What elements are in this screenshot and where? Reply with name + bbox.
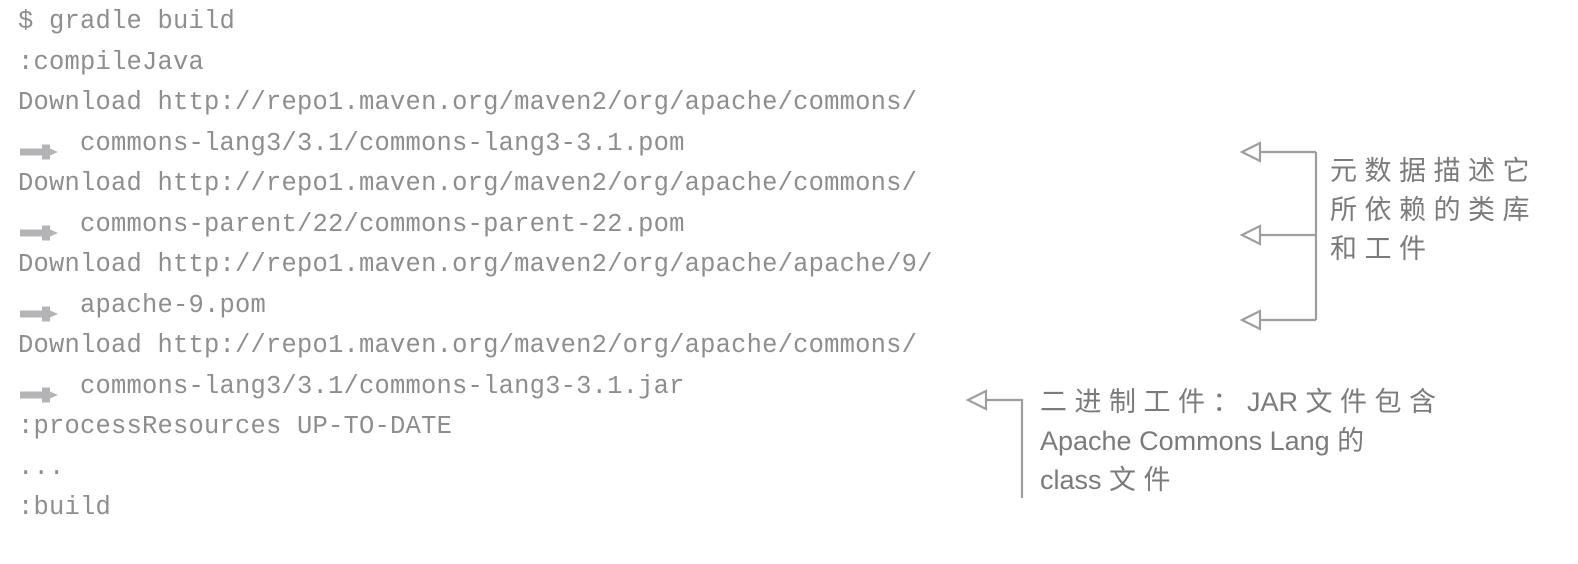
metadata-callout-line-3: 和 工 件: [1330, 234, 1427, 264]
binary-artifact-callout-line-1: 二 进 制 工 件 ： JAR 文 件 包 含: [1040, 387, 1437, 417]
arrow-left-outline-icon: [1239, 224, 1262, 246]
metadata-callout-leader: [1239, 141, 1318, 331]
arrow-left-outline-icon: [1239, 141, 1262, 163]
arrow-right-icon: [18, 378, 64, 403]
terminal-line-text: commons-lang3/3.1/commons-lang3-3.1.pom: [80, 128, 685, 158]
terminal-line-text: commons-lang3/3.1/commons-lang3-3.1.jar: [80, 371, 685, 401]
terminal-line: :compileJava: [18, 43, 1158, 84]
terminal-line-text: $ gradle build: [18, 7, 236, 36]
metadata-callout-line-1: 元 数 据 描 述 它: [1330, 156, 1530, 186]
arrow-left-outline-icon: [1239, 309, 1262, 331]
arrow-right-icon: [18, 135, 64, 160]
terminal-line-text: apache-9.pom: [80, 290, 267, 320]
terminal-line-text: ...: [18, 452, 65, 482]
terminal-line: apache-9.pom: [18, 286, 1158, 327]
terminal-line-text: Download http://repo1.maven.org/maven2/o…: [18, 250, 933, 279]
terminal-line: $ gradle build: [18, 2, 1158, 43]
binary-artifact-callout-leader: [965, 389, 1024, 498]
terminal-line: commons-parent/22/commons-parent-22.pom: [18, 205, 1158, 246]
terminal-line: Download http://repo1.maven.org/maven2/o…: [18, 83, 1158, 124]
terminal-line-text: :build: [18, 493, 112, 522]
metadata-callout-line-2: 所 依 赖 的 类 库: [1330, 195, 1530, 225]
terminal-line: Download http://repo1.maven.org/maven2/o…: [18, 164, 1158, 205]
arrow-left-outline-icon: [965, 389, 988, 411]
terminal-line-text: Download http://repo1.maven.org/maven2/o…: [18, 169, 918, 198]
terminal-line: Download http://repo1.maven.org/maven2/o…: [18, 326, 1158, 367]
terminal-line-text: Download http://repo1.maven.org/maven2/o…: [18, 88, 918, 117]
terminal-line-text: commons-parent/22/commons-parent-22.pom: [80, 209, 685, 239]
arrow-right-icon: [18, 216, 64, 241]
arrow-right-icon: [18, 297, 64, 322]
binary-artifact-callout-line-2: Apache Commons Lang 的: [1040, 426, 1365, 456]
terminal-line: Download http://repo1.maven.org/maven2/o…: [18, 245, 1158, 286]
terminal-line-text: :compileJava: [18, 47, 205, 77]
terminal-line-text: Download http://repo1.maven.org/maven2/o…: [18, 331, 918, 360]
binary-artifact-callout-line-3: class 文 件: [1040, 465, 1171, 495]
terminal-line-text: :processResources UP-TO-DATE: [18, 412, 453, 441]
terminal-line: commons-lang3/3.1/commons-lang3-3.1.pom: [18, 124, 1158, 165]
